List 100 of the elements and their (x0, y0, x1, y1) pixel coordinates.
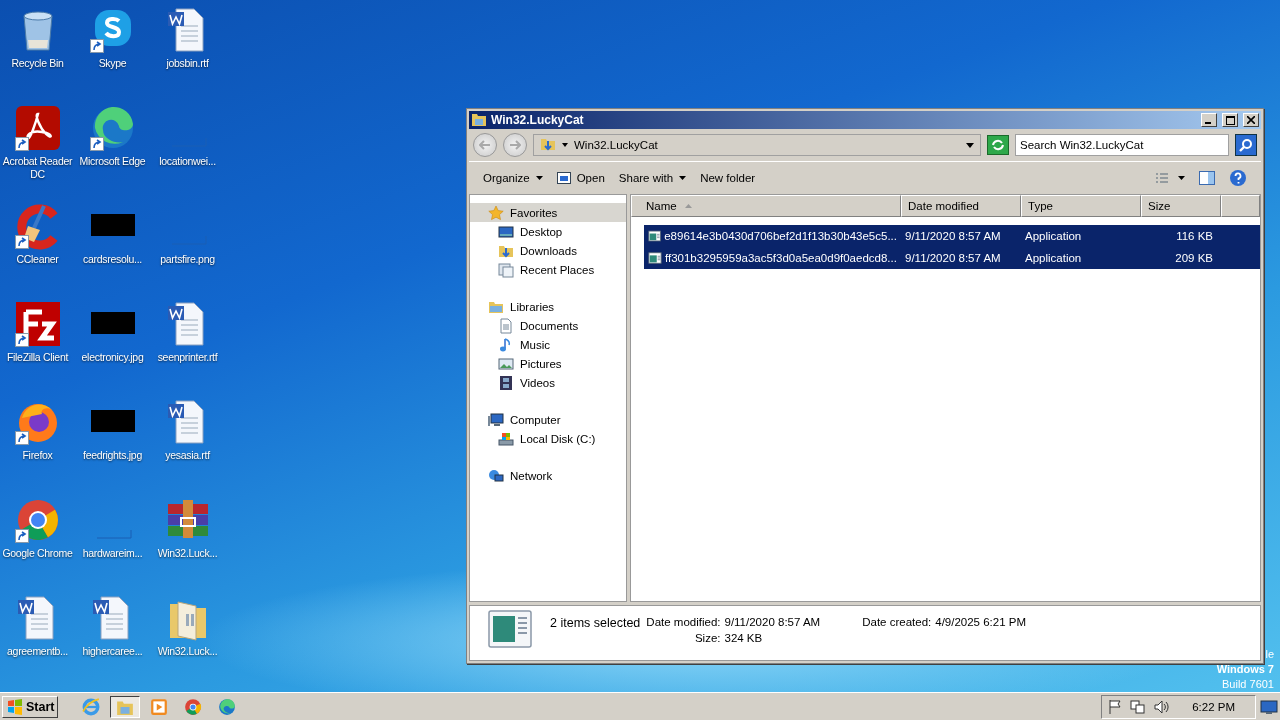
sidebar-item[interactable]: Pictures (470, 354, 626, 373)
selection-summary: 2 items selected (550, 616, 641, 630)
sidebar-item[interactable]: Computer (470, 410, 626, 429)
pdf-app-icon[interactable] (13, 104, 62, 152)
detail-value: 9/11/2020 8:57 AM (724, 616, 821, 628)
detail-label: Size: (693, 632, 721, 644)
monitor-icon (498, 223, 514, 240)
desktop-icon-label[interactable]: yesasia.rtf (165, 449, 210, 462)
back-arrow-icon (479, 140, 491, 150)
column-header[interactable]: Type (1021, 195, 1141, 217)
close-button[interactable] (1243, 113, 1259, 127)
help-icon (1229, 169, 1247, 187)
table-cell-text: 209 KB (1174, 252, 1214, 264)
show-desktop-icon[interactable] (1260, 698, 1278, 715)
caret-icon (535, 176, 543, 180)
program-window-icon (556, 171, 571, 185)
sidebar-item[interactable]: Favorites (470, 203, 626, 222)
sidebar-item[interactable]: Recent Places (470, 260, 626, 279)
sidebar-item[interactable]: Local Disk (C:) (470, 429, 626, 448)
desktop-icon-label[interactable]: Skype (98, 57, 127, 70)
program-window-icon (488, 610, 532, 648)
picture-frame-icon (498, 355, 514, 372)
transfer-app-icon[interactable] (13, 300, 62, 348)
flag-icon[interactable] (1108, 698, 1123, 715)
desktop-icon-label[interactable]: jobsbin.rtf (166, 57, 209, 70)
os-version-text: le (1265, 647, 1274, 662)
start-button[interactable]: Start (2, 695, 59, 718)
close-icon (1247, 116, 1255, 124)
address-bar[interactable]: Win32.LuckyCat (533, 134, 981, 156)
hard-drive-icon (498, 430, 514, 447)
table-cell-text: Application (1024, 230, 1083, 242)
refresh-icon (991, 139, 1005, 151)
detail-label: Date modified: (646, 616, 721, 628)
desktop-icon-label[interactable]: Recycle Bin (11, 57, 64, 70)
sidebar-item[interactable]: Videos (470, 373, 626, 392)
desktop-icon-label[interactable]: partsfire.png (160, 253, 215, 266)
detail-label: Date created: (862, 616, 932, 628)
list-view-icon (1155, 172, 1185, 184)
folder-icon (540, 136, 556, 152)
table-cell: e89614e3b0430d706bef2d1f13b30b43e5c5... (664, 230, 897, 242)
minimize-button[interactable] (1201, 113, 1217, 127)
desktop-icon-label[interactable]: Microsoft Edge (79, 155, 146, 168)
desktop-icon-label[interactable]: Win32.Luck... (157, 547, 218, 560)
sidebar-item[interactable]: Desktop (470, 222, 626, 241)
toolbar-button[interactable]: Open (550, 166, 611, 190)
volume-icon[interactable] (1154, 698, 1171, 715)
toolbar-button[interactable]: Share with (612, 166, 693, 190)
program-window-icon (648, 251, 662, 265)
toolbar-button[interactable]: Organize (477, 166, 549, 190)
file-row[interactable]: e89614e3b0430d706bef2d1f13b30b43e5c5... 9/11/2020 8:57 AM Application 116 KB (644, 225, 1260, 247)
desktop-icon-label[interactable]: Acrobat Reader DC (0, 155, 75, 181)
search-field[interactable]: Search Win32.LuckyCat (1015, 134, 1229, 156)
browser-icon (184, 697, 203, 716)
desktop-icon-label[interactable]: CCleaner (16, 253, 59, 266)
maximize-icon (1225, 115, 1235, 125)
sidebar-item[interactable]: Network (470, 466, 626, 485)
table-cell-text: 9/11/2020 8:57 AM (904, 252, 1002, 264)
maximize-button[interactable] (1222, 113, 1238, 127)
sidebar-item[interactable]: Downloads (470, 241, 626, 260)
desktop-icon-label[interactable]: locationwei... (159, 155, 216, 168)
refresh-button[interactable] (987, 135, 1009, 155)
table-cell-text: 9/11/2020 8:57 AM (904, 230, 1002, 242)
os-version-text: Windows 7 (1216, 662, 1274, 677)
desktop-icon-label[interactable]: feedrights.jpg (83, 449, 142, 462)
detail-value: 324 KB (724, 632, 764, 644)
sidebar-item[interactable]: Music (470, 335, 626, 354)
sidebar-item[interactable]: Libraries (470, 297, 626, 316)
search-button[interactable] (1235, 134, 1257, 156)
program-window-icon (648, 229, 662, 243)
network-icon[interactable] (1130, 698, 1147, 715)
browser-icon (218, 697, 237, 716)
column-header[interactable]: Size (1141, 195, 1221, 217)
search-icon (1239, 138, 1253, 152)
sidebar-item[interactable]: Documents (470, 316, 626, 335)
toolbar-button[interactable]: New folder (694, 166, 762, 190)
desktop-icon-label[interactable]: hardwareim... (82, 547, 143, 560)
caret-icon (562, 143, 568, 147)
file-row[interactable]: ff301b3295959a3ac5f3d0a5ea0d9f0aedcd8... 9/11/2020 8:57 AM Application 209 KB (644, 247, 1260, 269)
desktop-icon-label[interactable]: Firefox (22, 449, 53, 462)
network-icon (488, 467, 504, 484)
caret-icon (966, 142, 974, 148)
desktop-icon-label[interactable]: agreementb... (7, 645, 68, 658)
caret-icon (679, 176, 687, 180)
desktop-icon-label[interactable]: cardsresolu... (83, 253, 142, 266)
column-header[interactable]: Date modified (901, 195, 1021, 217)
clock[interactable]: 6:22 PM (1192, 700, 1235, 713)
windows-icon (498, 261, 514, 278)
window-title: Win32.LuckyCat (491, 113, 585, 127)
taskbar-app-button[interactable] (110, 695, 141, 718)
detail-value: 4/9/2025 6:21 PM (935, 616, 1027, 628)
desktop-icon-label[interactable]: electronicy.jpg (81, 351, 144, 364)
play-icon (150, 697, 169, 716)
desktop-icon-label[interactable]: seenprinter.rtf (157, 351, 218, 364)
forward-arrow-icon (509, 140, 521, 150)
document-icon (498, 317, 514, 334)
desktop-icon-label[interactable]: Google Chrome (2, 547, 73, 560)
table-cell: ff301b3295959a3ac5f3d0a5ea0d9f0aedcd8... (665, 252, 897, 264)
desktop-icon-label[interactable]: FileZilla Client (6, 351, 69, 364)
star-icon (488, 204, 504, 221)
column-header[interactable]: Name (631, 195, 901, 217)
